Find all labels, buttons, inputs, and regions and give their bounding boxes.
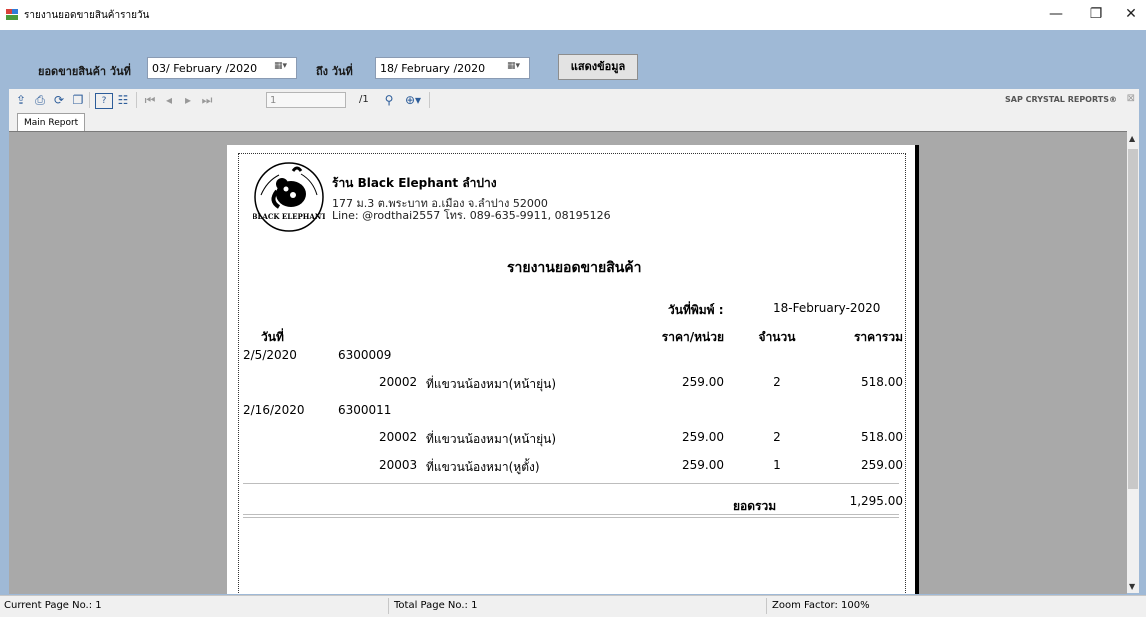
title-bar: รายงานยอดขายสินค้ารายวัน — ❐ ✕ bbox=[0, 0, 1146, 30]
shop-logo: BLACK ELEPHANT bbox=[253, 162, 325, 232]
col-qty-header: จำนวน bbox=[758, 330, 796, 344]
calendar-dropdown-icon[interactable]: ▦▾ bbox=[274, 61, 290, 75]
close-button[interactable]: ✕ bbox=[1116, 4, 1146, 24]
vertical-scrollbar[interactable]: ▲ ▼ bbox=[1127, 131, 1139, 593]
help-icon[interactable]: ? bbox=[95, 93, 113, 109]
report-page: BLACK ELEPHANT ร้าน Black Elephant ลำปาง… bbox=[227, 145, 919, 594]
shop-address: 177 ม.3 ต.พระบาท อ.เมือง จ.ลำปาง 52000 L… bbox=[332, 198, 611, 222]
sap-brand: SAP CRYSTAL REPORTS® bbox=[1005, 95, 1117, 104]
divider bbox=[243, 514, 899, 515]
item-qty: 2 bbox=[773, 430, 781, 444]
col-total-header: ราคารวม bbox=[853, 330, 903, 344]
item-total: 259.00 bbox=[861, 458, 903, 472]
report-viewer: BLACK ELEPHANT ร้าน Black Elephant ลำปาง… bbox=[9, 131, 1127, 594]
divider bbox=[243, 517, 899, 518]
item-code: 20002 bbox=[379, 375, 418, 389]
copy-icon[interactable]: ❐ bbox=[70, 93, 86, 107]
page-count: /1 bbox=[359, 94, 369, 105]
current-page-status: Current Page No.: 1 bbox=[4, 600, 102, 611]
item-name: ที่แขวนน้องหมา(หน้ายุ่น) bbox=[426, 432, 557, 446]
scroll-down-icon[interactable]: ▼ bbox=[1129, 582, 1135, 591]
to-date-picker[interactable]: 18/ February /2020 ▦▾ bbox=[375, 57, 530, 79]
scroll-thumb[interactable] bbox=[1128, 149, 1138, 489]
close-icon[interactable]: ⊠ bbox=[1127, 93, 1135, 104]
find-icon[interactable]: ⚲ bbox=[381, 93, 397, 107]
item-qty: 1 bbox=[773, 458, 781, 472]
first-page-icon[interactable]: ⏮ bbox=[142, 93, 158, 107]
item-qty: 2 bbox=[773, 375, 781, 389]
item-code: 20003 bbox=[379, 458, 418, 472]
window-title: รายงานยอดขายสินค้ารายวัน bbox=[24, 10, 150, 21]
page-number-input[interactable]: 1 bbox=[266, 92, 346, 108]
divider bbox=[243, 483, 899, 484]
logo-text: BLACK ELEPHANT bbox=[253, 212, 325, 221]
tab-main-report[interactable]: Main Report bbox=[17, 113, 86, 131]
to-date-value: 18/ February /2020 bbox=[380, 62, 486, 75]
col-date-header: วันที่ bbox=[261, 330, 284, 344]
item-price: 259.00 bbox=[682, 458, 724, 472]
print-date-label: วันที่พิมพ์ : bbox=[668, 303, 724, 317]
item-price: 259.00 bbox=[682, 375, 724, 389]
from-date-picker[interactable]: 03/ February /2020 ▦▾ bbox=[147, 57, 297, 79]
previous-page-icon[interactable]: ◂ bbox=[161, 93, 177, 107]
group-tree-icon[interactable]: ☷ bbox=[115, 93, 131, 107]
status-bar: Current Page No.: 1 Total Page No.: 1 Zo… bbox=[0, 595, 1146, 617]
group-bill: 6300009 bbox=[338, 348, 392, 362]
item-code: 20002 bbox=[379, 430, 418, 444]
to-date-label: ถึง วันที่ bbox=[316, 65, 353, 78]
total-page-status: Total Page No.: 1 bbox=[394, 600, 478, 611]
from-date-value: 03/ February /2020 bbox=[152, 62, 258, 75]
item-total: 518.00 bbox=[861, 375, 903, 389]
refresh-icon[interactable]: ⟳ bbox=[51, 93, 67, 107]
minimize-button[interactable]: — bbox=[1041, 4, 1071, 24]
group-date: 2/16/2020 bbox=[243, 403, 305, 417]
calendar-dropdown-icon[interactable]: ▦▾ bbox=[507, 61, 523, 75]
group-bill: 6300011 bbox=[338, 403, 392, 417]
show-data-button[interactable]: แสดงข้อมูล bbox=[558, 54, 638, 80]
zoom-status: Zoom Factor: 100% bbox=[772, 600, 870, 611]
report-title: รายงานยอดขายสินค้า bbox=[507, 260, 642, 276]
next-page-icon[interactable]: ▸ bbox=[180, 93, 196, 107]
col-price-header: ราคา/หน่วย bbox=[661, 330, 724, 344]
print-date-value: 18-February-2020 bbox=[773, 301, 881, 315]
grand-total-value: 1,295.00 bbox=[849, 494, 903, 508]
item-name: ที่แขวนน้องหมา(หน้ายุ่น) bbox=[426, 377, 557, 391]
item-total: 518.00 bbox=[861, 430, 903, 444]
scroll-up-icon[interactable]: ▲ bbox=[1129, 134, 1135, 143]
app-icon bbox=[6, 9, 18, 20]
maximize-button[interactable]: ❐ bbox=[1081, 4, 1111, 24]
from-date-label: ยอดขายสินค้า วันที่ bbox=[38, 65, 131, 78]
group-date: 2/5/2020 bbox=[243, 348, 297, 362]
item-name: ที่แขวนน้องหมา(หูตั้ง) bbox=[426, 460, 540, 474]
export-icon[interactable]: ⇪ bbox=[13, 93, 29, 107]
filter-panel: ยอดขายสินค้า วันที่ 03/ February /2020 ▦… bbox=[0, 30, 1146, 88]
item-price: 259.00 bbox=[682, 430, 724, 444]
shop-name: ร้าน Black Elephant ลำปาง bbox=[332, 176, 497, 190]
contact-line: Line: @rodthai2557 โทร. 089-635-9911, 08… bbox=[332, 209, 611, 222]
last-page-icon[interactable]: ⏭ bbox=[199, 93, 215, 107]
print-icon[interactable]: ⎙ bbox=[32, 93, 48, 107]
zoom-icon[interactable]: ⊕▾ bbox=[401, 93, 425, 107]
report-toolbar: ⇪ ⎙ ⟳ ❐ ? ☷ ⏮ ◂ ▸ ⏭ 1 /1 ⚲ ⊕▾ SAP CRYSTA… bbox=[9, 89, 1139, 111]
tab-strip: Main Report bbox=[9, 111, 1139, 131]
